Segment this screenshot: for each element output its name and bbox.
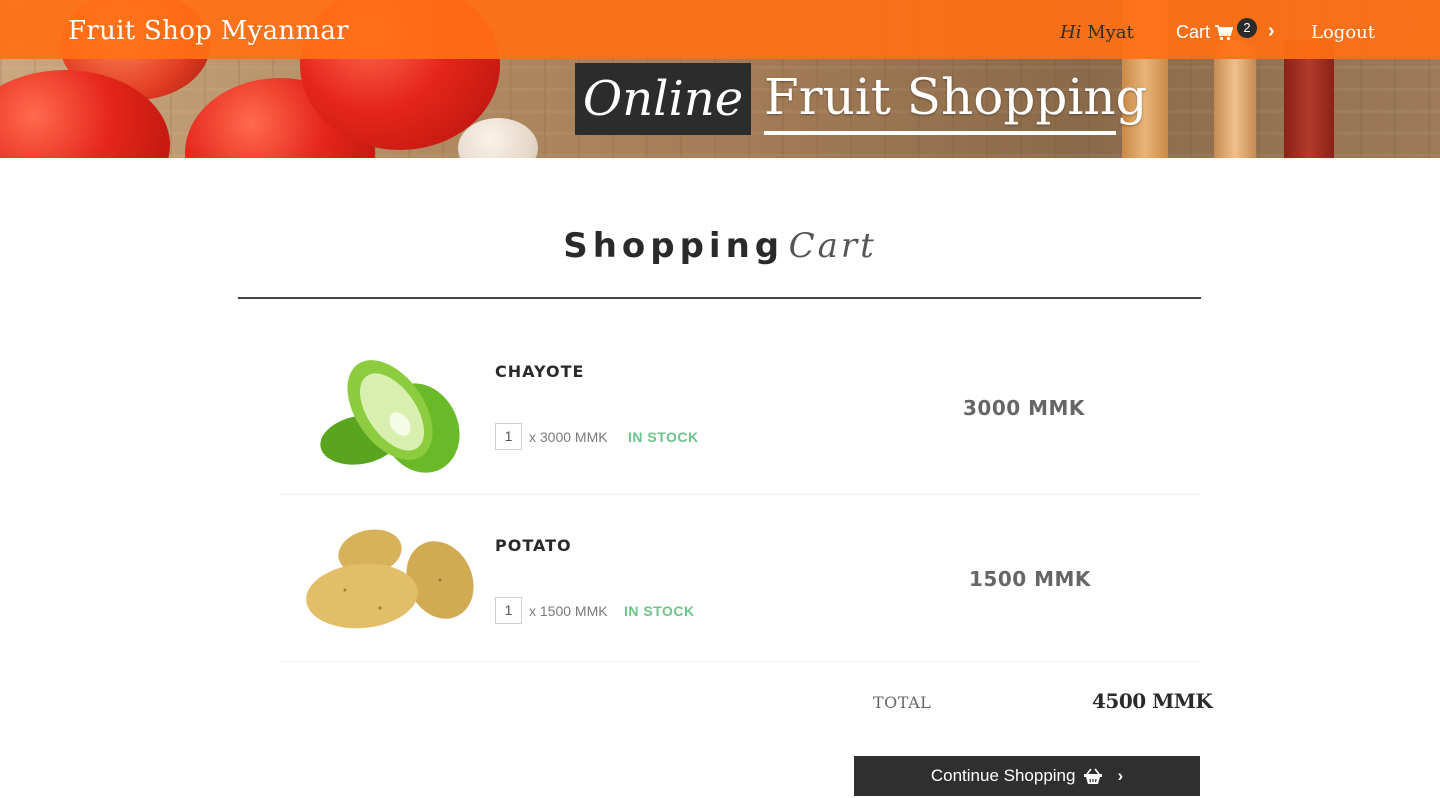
unit-price: x 3000 MMK xyxy=(529,429,608,445)
chayote-image xyxy=(320,360,460,473)
headline-fruit-shopping: Fruit Shopping xyxy=(764,68,1148,126)
cart-link[interactable]: Cart xyxy=(1176,22,1234,43)
total-value: 4500 MMK xyxy=(1092,689,1213,713)
headline-online: Online xyxy=(575,63,751,135)
chevron-right-icon: › xyxy=(1117,766,1124,785)
item-line-total: 3000 MMK xyxy=(963,396,1085,420)
unit-price: x 1500 MMK xyxy=(529,603,608,619)
cart-item-row: POTATO 1 x 1500 MMK IN STOCK 1500 MMK xyxy=(280,500,1200,662)
cart-count-badge: 2 xyxy=(1237,18,1257,38)
greeting-username: Myat xyxy=(1087,22,1134,43)
continue-shopping-button[interactable]: Continue Shopping › xyxy=(854,756,1200,796)
title-shopping: Shopping xyxy=(563,226,785,266)
chevron-right-icon: › xyxy=(1268,20,1275,42)
top-navbar: Fruit Shop Myanmar Hi Myat Cart 2 › Logo… xyxy=(0,0,1440,59)
headline-underline xyxy=(764,131,1116,135)
continue-shopping-label: Continue Shopping xyxy=(930,766,1076,785)
user-greeting: Hi Myat xyxy=(1060,22,1134,43)
cart-item-row: CHAYOTE 1 x 3000 MMK IN STOCK 3000 MMK xyxy=(280,330,1200,495)
stock-status: IN STOCK xyxy=(624,603,695,619)
title-cart: Cart xyxy=(788,226,877,266)
quantity-field[interactable]: 1 xyxy=(495,597,522,624)
basket-icon xyxy=(1084,768,1103,784)
stock-status: IN STOCK xyxy=(628,429,699,445)
potato-image xyxy=(306,529,474,629)
quantity-field[interactable]: 1 xyxy=(495,423,522,450)
brand-link[interactable]: Fruit Shop Myanmar xyxy=(68,16,349,46)
page-title: Shopping Cart xyxy=(0,226,1440,266)
item-line-total: 1500 MMK xyxy=(969,567,1091,591)
item-name: POTATO xyxy=(495,536,572,555)
shopping-cart-icon xyxy=(1215,24,1234,40)
total-label: TOTAL xyxy=(873,693,932,712)
item-name: CHAYOTE xyxy=(495,362,585,381)
logout-link[interactable]: Logout xyxy=(1311,22,1375,43)
greeting-hi: Hi xyxy=(1060,22,1082,43)
cart-label: Cart xyxy=(1176,22,1211,42)
title-divider xyxy=(238,297,1201,299)
